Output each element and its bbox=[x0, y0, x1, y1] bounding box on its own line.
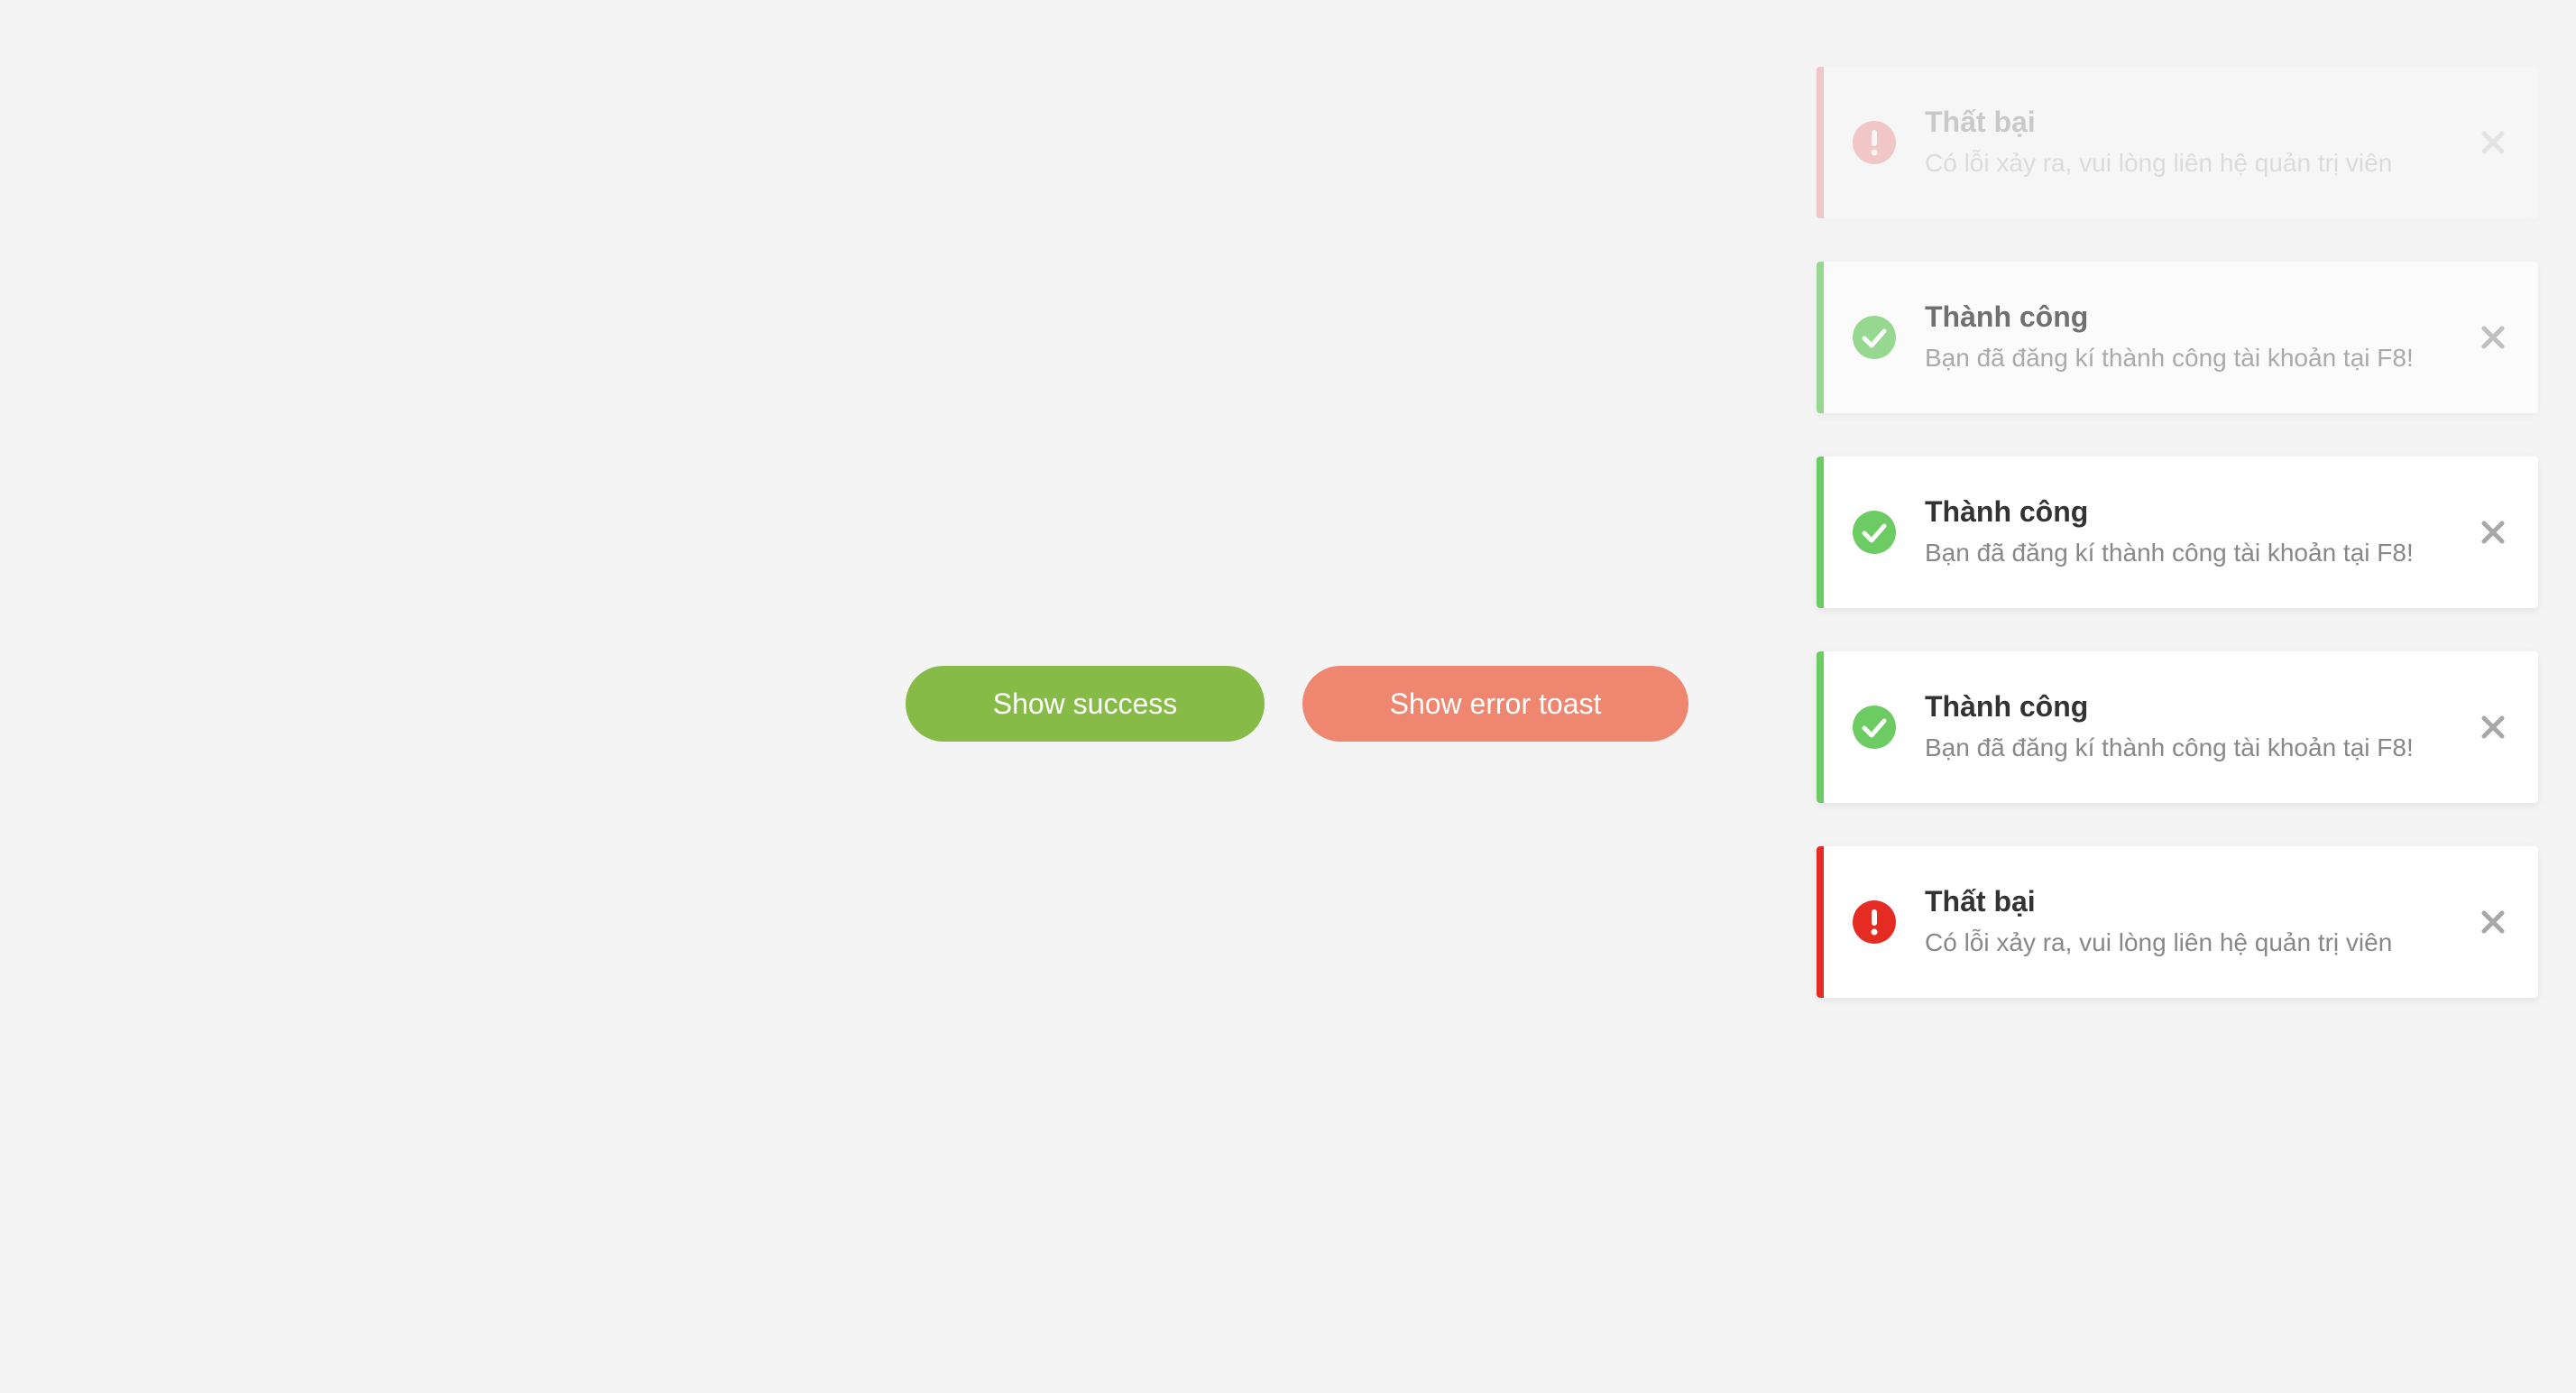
toast-title: Thành công bbox=[1925, 300, 2089, 333]
toast-success: Thành công Bạn đã đăng kí thành công tài… bbox=[1817, 262, 2538, 413]
toast-error: Thất bại Có lỗi xảy ra, vui lòng liên hệ… bbox=[1817, 846, 2538, 998]
exclamation-circle-icon bbox=[1853, 900, 1896, 944]
exclamation-circle-icon bbox=[1853, 121, 1896, 164]
close-icon[interactable] bbox=[2475, 514, 2511, 550]
check-circle-icon bbox=[1853, 316, 1896, 359]
check-circle-icon bbox=[1853, 511, 1896, 554]
close-icon[interactable] bbox=[2475, 125, 2511, 161]
toast-title: Thành công bbox=[1925, 495, 2089, 528]
toast-stack: Thất bại Có lỗi xảy ra, vui lòng liên hệ… bbox=[1817, 67, 2538, 998]
toast-title: Thành công bbox=[1925, 690, 2089, 723]
toast-body: Thất bại Có lỗi xảy ra, vui lòng liên hệ… bbox=[1925, 884, 2439, 958]
toast-message: Có lỗi xảy ra, vui lòng liên hệ quản trị… bbox=[1925, 149, 2393, 177]
check-circle-icon bbox=[1853, 706, 1896, 749]
toast-success: Thành công Bạn đã đăng kí thành công tài… bbox=[1817, 651, 2538, 803]
toast-body: Thất bại Có lỗi xảy ra, vui lòng liên hệ… bbox=[1925, 105, 2439, 179]
toast-body: Thành công Bạn đã đăng kí thành công tài… bbox=[1925, 689, 2439, 763]
toast-body: Thành công Bạn đã đăng kí thành công tài… bbox=[1925, 494, 2439, 568]
close-icon[interactable] bbox=[2475, 709, 2511, 745]
close-icon[interactable] bbox=[2475, 904, 2511, 940]
toast-message: Có lỗi xảy ra, vui lòng liên hệ quản trị… bbox=[1925, 928, 2393, 956]
toast-error: Thất bại Có lỗi xảy ra, vui lòng liên hệ… bbox=[1817, 67, 2538, 218]
toast-success: Thành công Bạn đã đăng kí thành công tài… bbox=[1817, 457, 2538, 608]
toast-title: Thất bại bbox=[1925, 106, 2036, 138]
show-error-toast-button[interactable]: Show error toast bbox=[1302, 666, 1688, 742]
toast-message: Bạn đã đăng kí thành công tài khoản tại … bbox=[1925, 539, 2414, 567]
toast-title: Thất bại bbox=[1925, 885, 2036, 918]
close-icon[interactable] bbox=[2475, 319, 2511, 355]
show-success-button[interactable]: Show success bbox=[906, 666, 1265, 742]
toast-message: Bạn đã đăng kí thành công tài khoản tại … bbox=[1925, 344, 2414, 372]
toast-message: Bạn đã đăng kí thành công tài khoản tại … bbox=[1925, 733, 2414, 761]
toast-body: Thành công Bạn đã đăng kí thành công tài… bbox=[1925, 300, 2439, 374]
